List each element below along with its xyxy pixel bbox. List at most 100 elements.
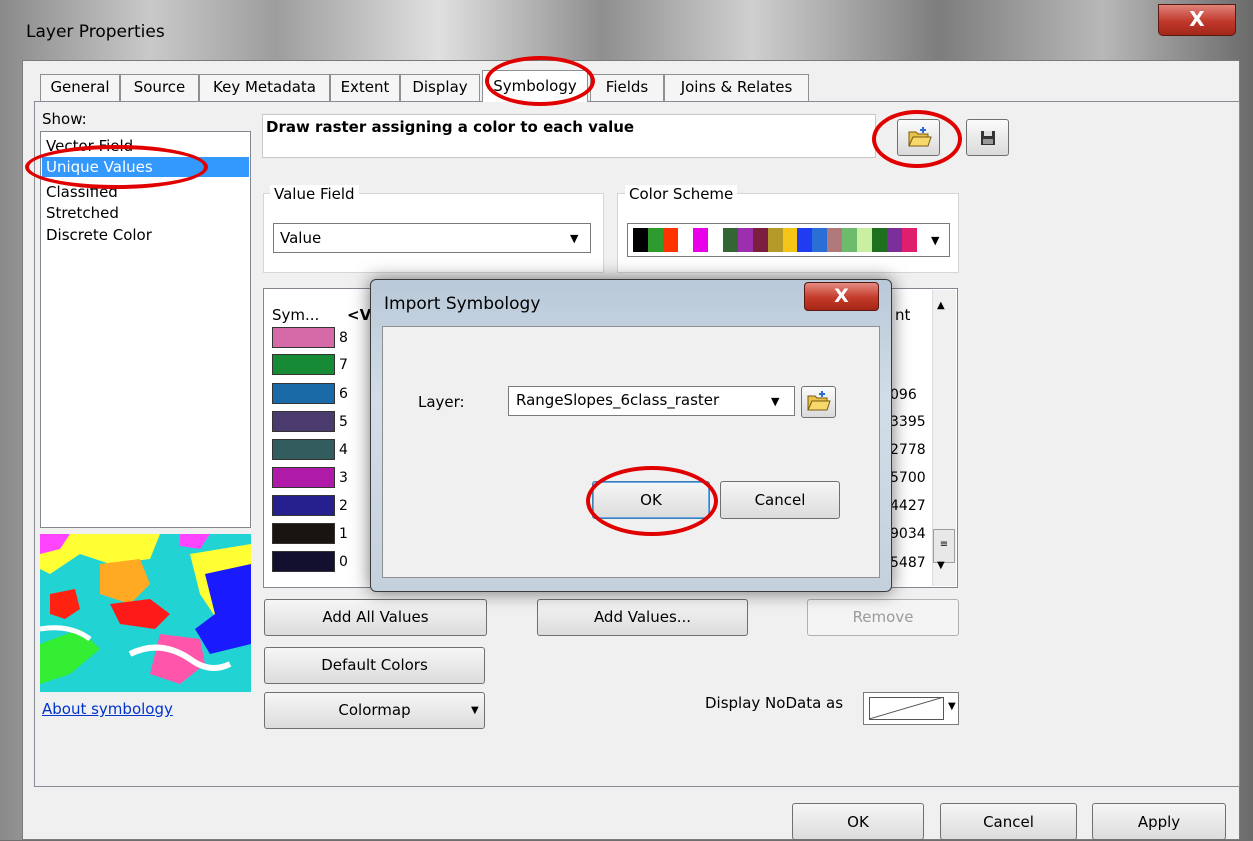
- symbology-preview-image: [40, 534, 251, 692]
- table-value-cell: 3: [339, 470, 348, 486]
- color-ramp-swatch: [737, 228, 753, 252]
- color-ramp-swatches: [633, 228, 918, 252]
- chevron-down-icon: ▼: [570, 232, 579, 245]
- table-value-cell: 8: [339, 330, 348, 346]
- color-ramp-swatch: [722, 228, 738, 252]
- dialog-cancel-button[interactable]: Cancel: [940, 803, 1077, 840]
- table-value-cell: 7: [339, 357, 348, 373]
- colormap-button[interactable]: Colormap ▼: [264, 692, 485, 729]
- import-cancel-button[interactable]: Cancel: [720, 481, 840, 519]
- color-scheme-dropdown[interactable]: ▼: [627, 223, 950, 257]
- table-value-cell: 4: [339, 442, 348, 458]
- tab-extent[interactable]: Extent: [330, 74, 400, 101]
- table-count-cell: 4427: [890, 498, 926, 514]
- show-item-stretched[interactable]: Stretched: [46, 203, 119, 223]
- symbol-swatch[interactable]: [272, 383, 335, 404]
- table-count-cell: 9034: [890, 526, 926, 542]
- symbol-swatch[interactable]: [272, 495, 335, 516]
- colormap-label: Colormap: [338, 701, 411, 719]
- table-count-cell: [890, 327, 930, 349]
- color-ramp-swatch: [812, 228, 828, 252]
- annotation-circle-import-button: [872, 110, 962, 168]
- chevron-down-icon: ▼: [931, 234, 940, 247]
- symbol-swatch[interactable]: [272, 411, 335, 432]
- remove-button[interactable]: Remove: [807, 599, 959, 636]
- color-ramp-swatch: [872, 228, 888, 252]
- tab-key-metadata[interactable]: Key Metadata: [199, 74, 330, 101]
- color-ramp-swatch: [842, 228, 858, 252]
- default-colors-button[interactable]: Default Colors: [264, 647, 485, 684]
- symbol-swatch[interactable]: [272, 551, 335, 572]
- layer-dropdown[interactable]: RangeSlopes_6class_raster ▼: [508, 386, 795, 416]
- column-header-symbol[interactable]: Sym...: [272, 306, 319, 324]
- annotation-circle-unique-values: [25, 145, 208, 189]
- scroll-down-arrow-icon[interactable]: ▼: [937, 560, 945, 571]
- color-ramp-swatch: [752, 228, 768, 252]
- color-ramp-swatch: [633, 228, 648, 252]
- table-value-cell: 6: [339, 386, 348, 402]
- symbol-swatch[interactable]: [272, 439, 335, 460]
- tab-source[interactable]: Source: [120, 74, 199, 101]
- color-ramp-swatch: [677, 228, 693, 252]
- color-ramp-swatch: [707, 228, 723, 252]
- table-count-cell: 3395: [890, 414, 926, 430]
- column-header-count[interactable]: nt: [895, 306, 910, 324]
- table-value-cell: 0: [339, 554, 348, 570]
- window-close-button[interactable]: X: [1158, 4, 1236, 36]
- add-all-values-button[interactable]: Add All Values: [264, 599, 487, 636]
- symbol-swatch[interactable]: [272, 467, 335, 488]
- scroll-thumb[interactable]: ≡: [933, 529, 955, 563]
- color-ramp-swatch: [902, 228, 918, 252]
- layer-label: Layer:: [418, 393, 465, 411]
- about-symbology-link[interactable]: About symbology: [42, 700, 173, 718]
- color-ramp-swatch: [887, 228, 903, 252]
- tab-joins-relates[interactable]: Joins & Relates: [664, 74, 809, 101]
- color-ramp-swatch: [767, 228, 783, 252]
- tab-fields[interactable]: Fields: [590, 74, 664, 101]
- annotation-circle-symbology-tab: [485, 56, 595, 106]
- scroll-up-arrow-icon[interactable]: ▲: [937, 300, 945, 311]
- save-symbology-button[interactable]: [966, 119, 1009, 156]
- chevron-down-icon: ▼: [771, 395, 780, 408]
- color-ramp-swatch: [857, 228, 873, 252]
- table-count-cell: 5700: [890, 470, 926, 486]
- chevron-down-icon: ▼: [471, 705, 479, 716]
- dialog-apply-button[interactable]: Apply: [1092, 803, 1226, 840]
- tab-general[interactable]: General: [40, 74, 120, 101]
- color-ramp-swatch: [797, 228, 813, 252]
- add-values-button[interactable]: Add Values...: [537, 599, 748, 636]
- dialog-ok-button[interactable]: OK: [792, 803, 924, 840]
- annotation-circle-ok-button: [586, 466, 718, 536]
- nodata-color-picker[interactable]: ▼: [863, 692, 959, 725]
- table-value-cell: 2: [339, 498, 348, 514]
- color-ramp-swatch: [782, 228, 798, 252]
- tab-display[interactable]: Display: [400, 74, 480, 101]
- symbol-swatch[interactable]: [272, 327, 335, 348]
- show-item-discrete-color[interactable]: Discrete Color: [46, 225, 152, 245]
- color-scheme-label: Color Scheme: [625, 185, 738, 203]
- table-count-cell: 096: [890, 387, 917, 403]
- symbol-swatch[interactable]: [272, 354, 335, 375]
- import-dialog-close-button[interactable]: X: [804, 282, 879, 311]
- display-nodata-label: Display NoData as: [705, 694, 844, 712]
- description-text: Draw raster assigning a color to each va…: [266, 118, 635, 136]
- window-title: Layer Properties: [26, 22, 165, 42]
- column-header-value[interactable]: <V: [347, 306, 371, 324]
- value-field-label: Value Field: [270, 185, 359, 203]
- folder-import-icon: [807, 391, 831, 411]
- value-field-dropdown[interactable]: Value ▼: [273, 223, 591, 253]
- show-label: Show:: [42, 110, 87, 128]
- table-value-cell: 1: [339, 526, 348, 542]
- table-value-cell: 5: [339, 414, 348, 430]
- color-ramp-swatch: [692, 228, 708, 252]
- browse-layer-button[interactable]: [801, 386, 836, 418]
- value-field-value: Value: [280, 229, 322, 247]
- color-ramp-swatch: [647, 228, 663, 252]
- chevron-down-icon: ▼: [948, 701, 956, 712]
- symbol-swatch[interactable]: [272, 523, 335, 544]
- table-count-cell: 5487: [890, 555, 926, 571]
- table-count-cell: 2778: [890, 442, 926, 458]
- color-ramp-swatch: [827, 228, 843, 252]
- color-ramp-swatch: [662, 228, 678, 252]
- layer-dropdown-value: RangeSlopes_6class_raster: [516, 391, 720, 409]
